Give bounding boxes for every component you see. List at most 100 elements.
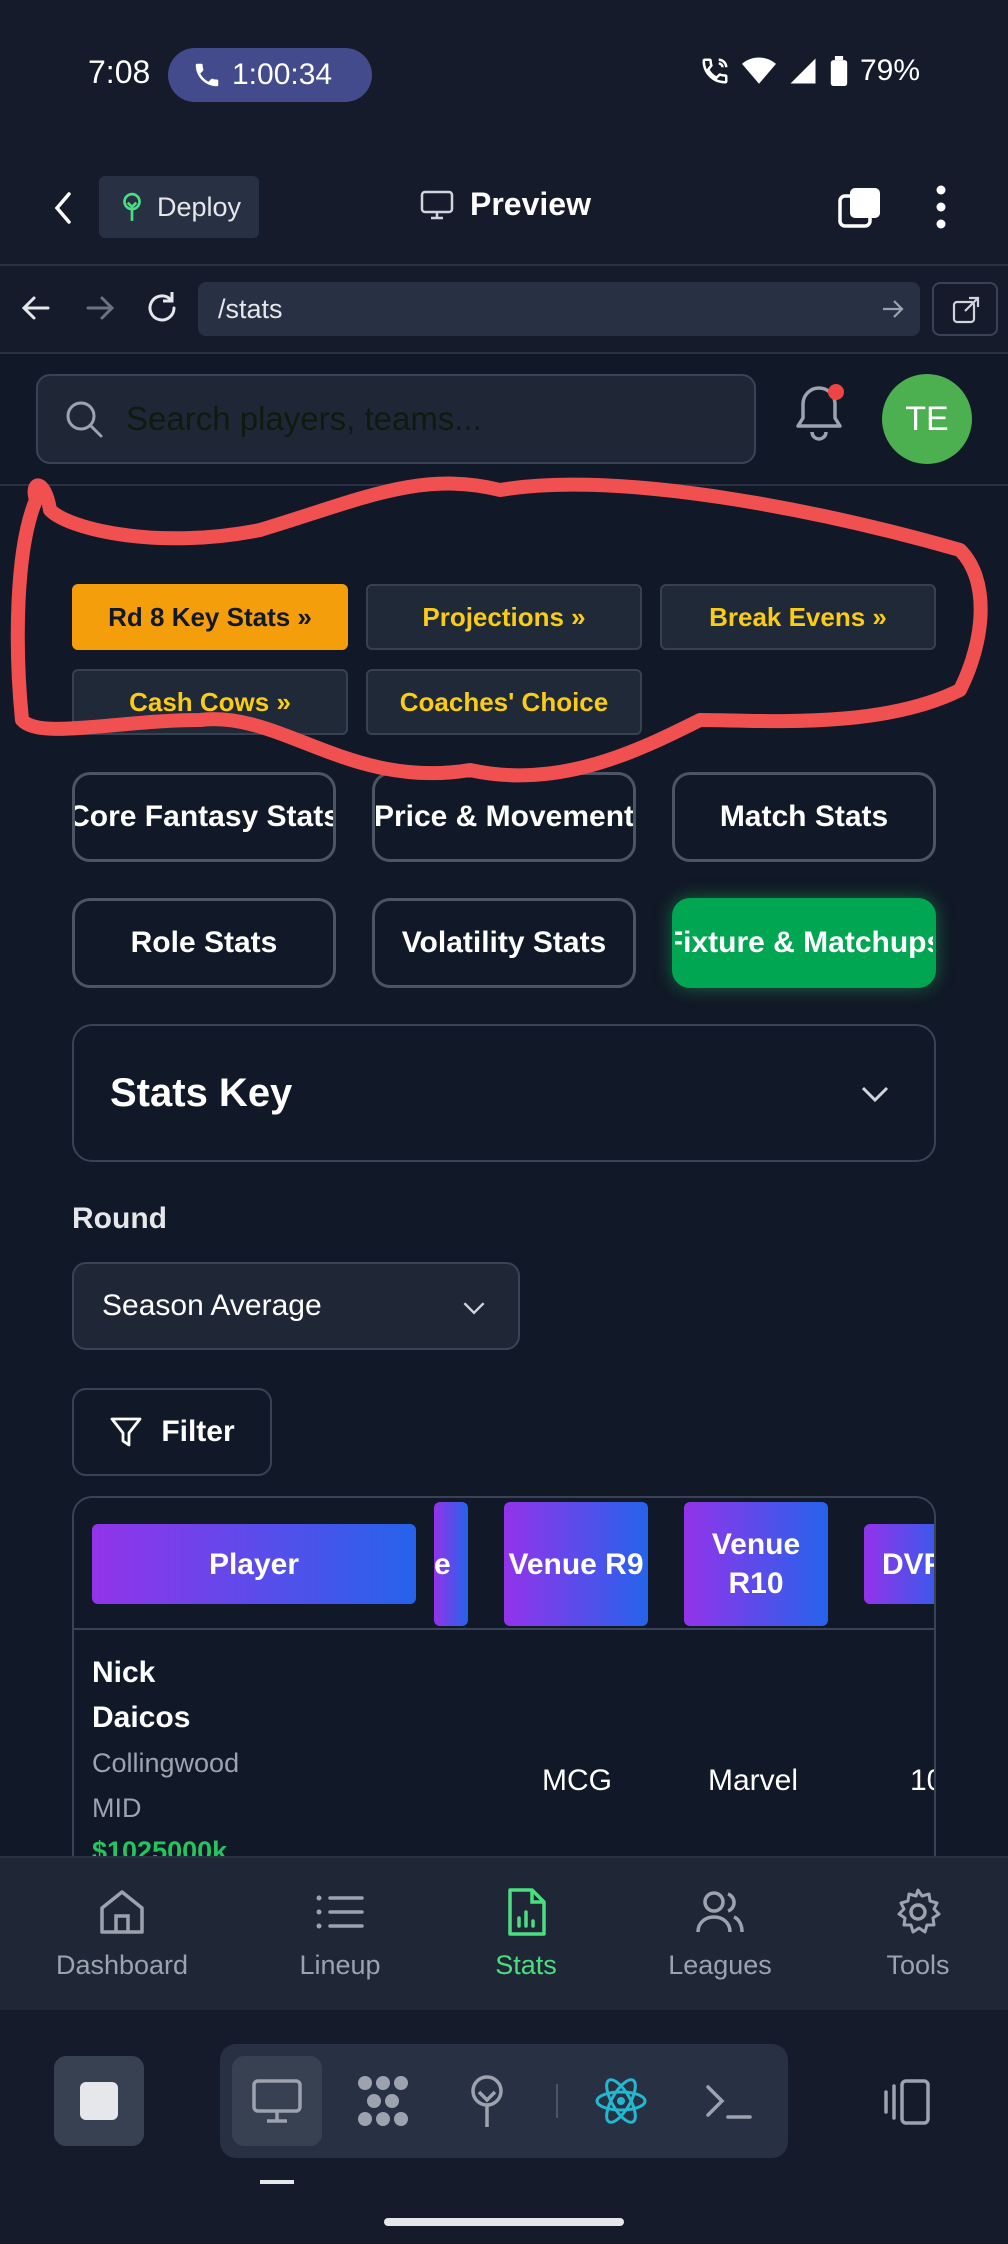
- stats-key-accordion[interactable]: Stats Key: [72, 1024, 936, 1162]
- search-box[interactable]: [36, 374, 756, 464]
- preview-title[interactable]: Preview: [420, 186, 591, 223]
- nav-tools[interactable]: Tools: [838, 1886, 998, 1981]
- player-name[interactable]: Nick Daicos: [92, 1650, 252, 1740]
- nav-label: Stats: [495, 1950, 557, 1980]
- quick-link-projections[interactable]: Projections »: [366, 584, 642, 650]
- column-header-dvp[interactable]: DVP: [864, 1524, 934, 1604]
- category-price-movement[interactable]: Price & Movement: [372, 772, 636, 862]
- ide-tool-group: [220, 2044, 788, 2158]
- app-header: TE: [0, 354, 1008, 486]
- deploy-icon: [123, 192, 141, 221]
- category-core-fantasy-stats[interactable]: Core Fantasy Stats: [72, 772, 336, 862]
- react-icon: [595, 2078, 647, 2124]
- quick-link-rd8-key-stats[interactable]: Rd 8 Key Stats »: [72, 584, 348, 650]
- react-tool-button[interactable]: [576, 2056, 666, 2146]
- webview-tool-button[interactable]: [232, 2056, 322, 2146]
- quick-link-cash-cows[interactable]: Cash Cows »: [72, 669, 348, 735]
- cell-venue-r9: MCG: [542, 1764, 612, 1797]
- terminal-tool-button[interactable]: [684, 2056, 774, 2146]
- notification-dot: [828, 384, 844, 400]
- round-label: Round: [72, 1202, 167, 1235]
- monitor-icon: [420, 190, 454, 219]
- nav-lineup[interactable]: Lineup: [260, 1886, 420, 1981]
- chevron-down-icon: [463, 1302, 485, 1315]
- category-volatility-stats[interactable]: Volatility Stats: [372, 898, 636, 988]
- top-app-bar: Deploy Preview: [0, 150, 1008, 266]
- battery-icon: [830, 56, 848, 86]
- call-indicator[interactable]: 1:00:34: [168, 48, 372, 102]
- gesture-home-bar[interactable]: [384, 2218, 624, 2226]
- player-team: Collingwood: [92, 1748, 240, 1778]
- status-time: 7:08: [88, 54, 151, 90]
- deploy-label: Deploy: [157, 191, 242, 222]
- tabs-icon[interactable]: [838, 186, 882, 230]
- table-header-row: Player e Venue R9 Venue R10 DVP: [74, 1498, 934, 1630]
- deploy-icon: [471, 2075, 503, 2127]
- url-field[interactable]: /stats: [198, 282, 920, 336]
- filter-icon: [110, 1417, 142, 1447]
- quick-link-break-evens[interactable]: Break Evens »: [660, 584, 936, 650]
- chevron-down-icon: [861, 1086, 889, 1103]
- more-vert-icon[interactable]: [924, 182, 958, 232]
- bottom-navigation: Dashboard Lineup Stats Leagues Tools: [0, 1856, 1008, 2010]
- filter-label: Filter: [161, 1415, 235, 1448]
- cell-venue-r10: Marvel: [708, 1764, 799, 1797]
- browser-forward-icon[interactable]: [80, 288, 120, 328]
- nav-stats[interactable]: Stats: [446, 1886, 606, 1981]
- call-timer: 1:00:34: [232, 58, 333, 91]
- users-icon: [696, 1891, 744, 1933]
- column-header-venue-r10[interactable]: Venue R10: [684, 1502, 828, 1626]
- preview-label: Preview: [470, 186, 591, 222]
- stats-key-title: Stats Key: [110, 1070, 293, 1115]
- category-match-stats[interactable]: Match Stats: [672, 772, 936, 862]
- reload-icon[interactable]: [142, 288, 182, 328]
- list-icon: [316, 1895, 364, 1929]
- stats-table: Player e Venue R9 Venue R10 DVP Nick Dai…: [72, 1496, 936, 1856]
- open-external-button[interactable]: [932, 282, 998, 336]
- nav-label: Tools: [886, 1950, 950, 1980]
- search-icon: [66, 401, 103, 438]
- nav-leagues[interactable]: Leagues: [640, 1886, 800, 1981]
- nav-label: Leagues: [668, 1950, 772, 1980]
- active-tab-indicator: [260, 2180, 294, 2184]
- terminal-icon: [706, 2085, 752, 2119]
- packages-tool-button[interactable]: [338, 2056, 428, 2146]
- round-selected-value: Season Average: [102, 1289, 322, 1322]
- status-bar: 7:08 1:00:34 79%: [0, 0, 1008, 150]
- stats-file-icon: [508, 1888, 546, 1936]
- deploy-tool-button[interactable]: [442, 2056, 532, 2146]
- player-position: MID: [92, 1793, 142, 1823]
- user-avatar[interactable]: TE: [882, 374, 972, 464]
- ide-toolbar: [0, 2010, 1008, 2244]
- back-arrow-icon[interactable]: [48, 190, 78, 226]
- category-role-stats[interactable]: Role Stats: [72, 898, 336, 988]
- wifi-icon: [741, 57, 776, 84]
- filter-button[interactable]: Filter: [72, 1388, 272, 1476]
- search-input[interactable]: [126, 400, 706, 438]
- column-header-venue-r9[interactable]: Venue R9: [504, 1502, 648, 1626]
- url-text: /stats: [218, 293, 283, 324]
- nav-dashboard[interactable]: Dashboard: [42, 1886, 202, 1981]
- monitor-icon: [252, 2079, 302, 2123]
- toolbar-separator: [556, 2084, 558, 2118]
- system-icons: 79%: [700, 54, 920, 88]
- phone-icon: [195, 63, 219, 87]
- player-price: $1025000k: [92, 1836, 228, 1856]
- url-bar: /stats: [0, 266, 1008, 354]
- deploy-button[interactable]: Deploy: [99, 176, 259, 238]
- home-icon: [100, 1890, 144, 1934]
- browser-back-icon[interactable]: [16, 288, 56, 328]
- battery-percent: 79%: [859, 54, 920, 87]
- nav-label: Lineup: [299, 1950, 381, 1980]
- stop-icon: [80, 2082, 118, 2120]
- column-header-partial[interactable]: e: [434, 1502, 468, 1626]
- external-link-icon: [952, 296, 980, 324]
- round-select[interactable]: Season Average: [72, 1262, 520, 1350]
- nav-label: Dashboard: [55, 1950, 189, 1980]
- category-fixture-matchups[interactable]: Fixture & Matchups: [672, 898, 936, 988]
- quick-link-coaches-choice[interactable]: Coaches' Choice: [366, 669, 642, 735]
- dots-grid-icon: [358, 2076, 408, 2126]
- column-header-player[interactable]: Player: [92, 1524, 416, 1604]
- go-arrow-icon[interactable]: [880, 296, 906, 322]
- panel-toggle-icon[interactable]: [880, 2078, 936, 2126]
